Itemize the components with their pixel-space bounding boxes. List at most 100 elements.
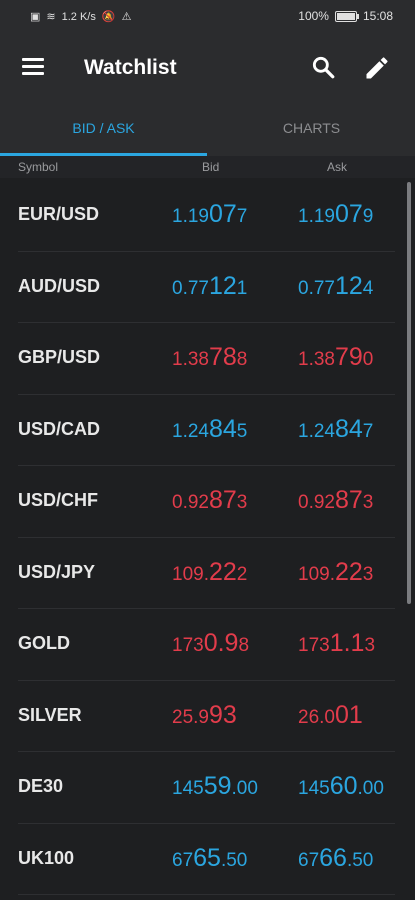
tab-bid-ask[interactable]: BID / ASK — [0, 100, 207, 156]
bid-price-part: 5 — [236, 420, 248, 442]
ask-price-part: 87 — [334, 486, 363, 514]
header-bid: Bid — [202, 160, 220, 174]
symbol-label: EUR/USD — [18, 204, 100, 224]
table-row[interactable]: DE30 14559.00 14560.00 — [18, 752, 395, 824]
ask-price-part: 1.19 — [298, 206, 335, 227]
table-row[interactable]: GBP/USD 1.38788 1.38790 — [18, 323, 395, 395]
ask-price-part: 9 — [362, 206, 374, 227]
table-row[interactable]: USD/JPY 109.222 109.223 — [18, 538, 395, 609]
symbol-label: USD/JPY — [18, 561, 96, 582]
bid-price-part: 0.9 — [203, 629, 239, 657]
ask-price-part: 1.38 — [298, 349, 335, 370]
status-bar: ▣ ≋ 1.2 K/s 🔕 ⚠ 100% 15:08 — [0, 0, 415, 36]
bid-price-part: 0.92 — [172, 492, 209, 513]
bid-price-part: 87 — [208, 486, 237, 514]
bid-price-part: 12 — [208, 271, 237, 300]
ask-price-part: 79 — [334, 343, 363, 371]
bid-price-part: 145 — [172, 778, 204, 799]
table-row[interactable]: AUD/USD 0.77121 0.77124 — [18, 252, 395, 323]
table-row[interactable]: EUR/USD 1.19077 1.19079 — [18, 180, 395, 252]
ask-price-part: 22 — [334, 557, 363, 586]
ask-price[interactable]: 0.92873 — [298, 486, 373, 515]
table-row[interactable]: USD/CAD 1.24845 1.24847 — [18, 395, 395, 466]
bid-price-part: 1.19 — [172, 206, 209, 227]
bid-price[interactable]: 0.77121 — [172, 272, 247, 301]
ask-price-part: 12 — [334, 271, 363, 300]
ask-price-part: 01 — [334, 700, 363, 729]
network-speed: 1.2 K/s — [61, 10, 96, 23]
table-row[interactable]: GOLD 1730.98 1731.13 — [18, 609, 395, 681]
table-row[interactable]: SILVER 25.993 26.001 — [18, 681, 395, 752]
bid-price[interactable]: 0.92873 — [172, 486, 247, 515]
ask-price-part: 26.0 — [298, 706, 335, 728]
bid-price-part: 67 — [172, 849, 194, 871]
bid-price-part: 2 — [236, 563, 248, 585]
bid-price[interactable]: 1.19077 — [172, 200, 247, 229]
symbol-label: USD/CHF — [18, 490, 98, 510]
warning-icon: ⚠ — [121, 11, 132, 23]
bid-price[interactable]: 109.222 — [172, 558, 247, 587]
symbol-label: GBP/USD — [18, 347, 101, 367]
ask-price-part: 1.1 — [329, 629, 365, 657]
ask-price-part: .50 — [346, 849, 374, 871]
ask-price[interactable]: 1.24847 — [298, 415, 373, 444]
bid-price-part: 8 — [238, 635, 250, 656]
sim-icon: ▣ — [30, 11, 41, 23]
ask-price-part: 84 — [334, 414, 363, 443]
ask-price[interactable]: 1.38790 — [298, 343, 373, 372]
bid-price[interactable]: 1730.98 — [172, 629, 249, 658]
table-row[interactable]: UK100 6765.50 6766.50 — [18, 824, 395, 895]
bid-price-part: 93 — [208, 700, 237, 729]
symbol-label: USD/CAD — [18, 418, 101, 439]
bid-price[interactable]: 1.24845 — [172, 415, 247, 444]
watchlist: EUR/USD 1.19077 1.19079 AUD/USD 0.77121 0.771… — [0, 180, 405, 895]
header-symbol: Symbol — [18, 160, 59, 174]
status-icons-left: ▣ ≋ 1.2 K/s 🔕 ⚠ — [30, 10, 132, 24]
ask-price-part: 145 — [298, 778, 330, 799]
ask-price-part: 66 — [319, 843, 347, 872]
ask-price[interactable]: 0.77124 — [298, 272, 373, 301]
battery-icon — [334, 10, 359, 22]
bid-price-part: 65 — [193, 843, 221, 872]
ask-price[interactable]: 14560.00 — [298, 772, 384, 801]
bid-price-part: 3 — [236, 492, 248, 513]
scrollbar[interactable] — [407, 182, 411, 604]
ask-price[interactable]: 1.19079 — [298, 200, 373, 229]
header-ask: Ask — [327, 160, 348, 174]
edit-icon[interactable] — [363, 54, 391, 82]
ask-price-part: 0 — [362, 349, 374, 370]
page-title: Watchlist — [84, 56, 177, 79]
tab-charts[interactable]: CHARTS — [208, 100, 415, 156]
bid-price[interactable]: 25.993 — [172, 701, 237, 730]
symbol-label: AUD/USD — [18, 275, 101, 296]
bid-price[interactable]: 14559.00 — [172, 772, 258, 801]
symbol-label: GOLD — [18, 633, 70, 653]
table-row[interactable]: USD/CHF 0.92873 0.92873 — [18, 466, 395, 538]
menu-icon[interactable] — [22, 58, 44, 76]
ask-price-part: 3 — [362, 492, 374, 513]
bid-price-part: 109. — [172, 563, 209, 585]
ask-price-part: 07 — [334, 200, 363, 228]
bid-price-part: 07 — [208, 200, 237, 228]
bid-price-part: 8 — [236, 349, 248, 370]
bid-price-part: 25.9 — [172, 706, 209, 728]
ask-price-part: 67 — [298, 849, 320, 871]
symbol-label: UK100 — [18, 847, 75, 868]
ask-price[interactable]: 6766.50 — [298, 844, 373, 873]
ask-price-part: 3 — [364, 635, 376, 656]
bid-price-part: 59 — [203, 772, 232, 800]
ask-price[interactable]: 109.223 — [298, 558, 373, 587]
search-icon[interactable] — [310, 54, 336, 80]
bid-price-part: .00 — [231, 778, 258, 799]
bid-price-part: 7 — [236, 206, 248, 227]
bid-price[interactable]: 6765.50 — [172, 844, 247, 873]
mute-icon: 🔕 — [101, 11, 116, 23]
ask-price-part: .00 — [357, 778, 384, 799]
ask-price[interactable]: 26.001 — [298, 701, 363, 730]
bid-price-part: 1 — [236, 277, 248, 299]
ask-price[interactable]: 1731.13 — [298, 629, 375, 658]
clock: 15:08 — [362, 9, 393, 23]
bid-price[interactable]: 1.38788 — [172, 343, 247, 372]
ask-price-part: 7 — [362, 420, 374, 442]
bid-price-part: 22 — [208, 557, 237, 586]
